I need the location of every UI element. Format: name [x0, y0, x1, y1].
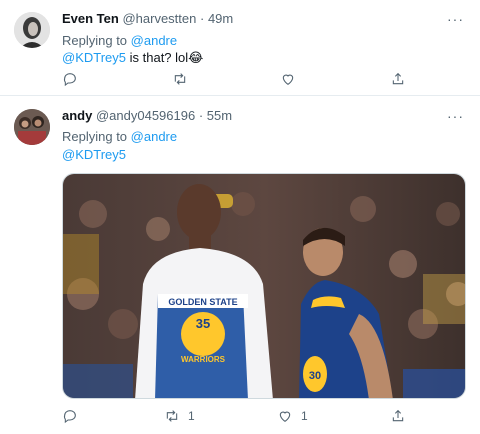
retweet-count: 1: [188, 409, 195, 423]
avatar[interactable]: [14, 12, 50, 48]
reply-button[interactable]: [62, 408, 86, 424]
replying-to-label: Replying to: [62, 129, 128, 144]
like-button[interactable]: 1: [277, 408, 308, 424]
share-icon: [392, 72, 404, 85]
tweet-header: andy @andy04596196 · 55m: [62, 108, 232, 123]
like-button[interactable]: [280, 71, 304, 87]
heart-icon: [279, 411, 291, 422]
retweet-icon: [174, 73, 186, 85]
left-jersey-number: 35: [196, 316, 210, 331]
more-options-icon[interactable]: ···: [447, 11, 464, 27]
avatar-image: [14, 12, 50, 48]
mention-link[interactable]: @KDTrey5: [62, 50, 126, 65]
tweet-actions: [62, 71, 462, 89]
tweet-text: @KDTrey5 is that? lol😂: [62, 50, 203, 66]
replying-to-link[interactable]: @andre: [131, 33, 177, 48]
replying-to-label: Replying to: [62, 33, 128, 48]
like-count: 1: [301, 409, 308, 423]
tweet-body: is that? lol: [126, 50, 189, 65]
share-icon: [392, 409, 404, 422]
replying-to-line: Replying to @andre: [62, 33, 177, 48]
tweet-header: Even Ten @harvestten · 49m: [62, 11, 233, 26]
more-options-icon[interactable]: ···: [447, 108, 464, 124]
reply-button[interactable]: [62, 71, 86, 87]
separator: ·: [195, 108, 207, 123]
timestamp[interactable]: 49m: [208, 11, 233, 26]
share-button[interactable]: [390, 408, 406, 424]
retweet-icon: [166, 410, 178, 422]
tweet-text: @KDTrey5: [62, 147, 126, 162]
tweet-photo[interactable]: GOLDEN STATE 35 WARRIORS 30: [62, 173, 466, 399]
left-jersey-team: GOLDEN STATE: [168, 297, 237, 307]
avatar-image: [14, 109, 50, 145]
user-handle[interactable]: @harvestten: [122, 11, 196, 26]
retweet-button[interactable]: 1: [164, 408, 195, 424]
replying-to-link[interactable]: @andre: [131, 129, 177, 144]
share-button[interactable]: [390, 71, 406, 87]
tweet-actions: 1 1: [62, 408, 462, 426]
tweet-reply-2[interactable]: andy @andy04596196 · 55m ··· Replying to…: [0, 97, 480, 434]
tweet-reply-1[interactable]: Even Ten @harvestten · 49m ··· Replying …: [0, 0, 480, 96]
laughing-emoji-icon: 😂: [188, 50, 204, 65]
display-name[interactable]: andy: [62, 108, 92, 123]
basketball-players-photo: GOLDEN STATE 35 WARRIORS 30: [63, 174, 465, 398]
replying-to-line: Replying to @andre: [62, 129, 177, 144]
timestamp[interactable]: 55m: [207, 108, 232, 123]
heart-icon: [282, 74, 294, 85]
display-name[interactable]: Even Ten: [62, 11, 119, 26]
right-jersey-number: 30: [309, 370, 321, 382]
user-handle[interactable]: @andy04596196: [96, 108, 195, 123]
reply-icon: [63, 73, 76, 87]
retweet-button[interactable]: [172, 71, 196, 87]
avatar[interactable]: [14, 109, 50, 145]
separator: ·: [196, 11, 208, 26]
reply-icon: [63, 410, 76, 424]
mention-link[interactable]: @KDTrey5: [62, 147, 126, 162]
left-jersey-subtext: WARRIORS: [181, 355, 226, 364]
